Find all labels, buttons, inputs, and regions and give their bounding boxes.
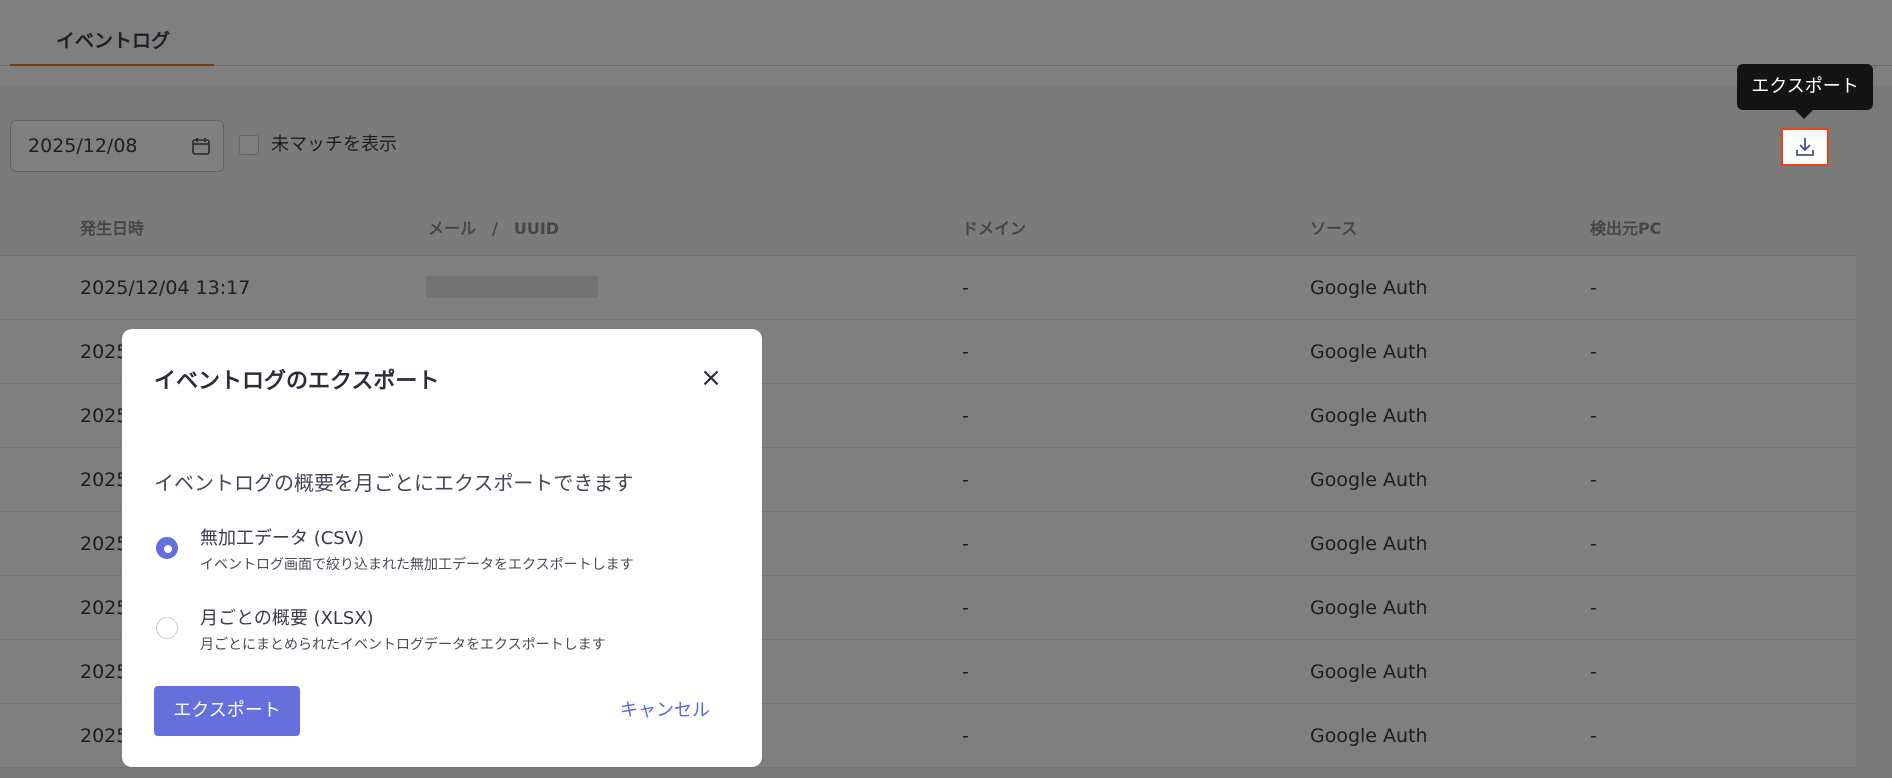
option-xlsx-label: 月ごとの概要 (XLSX) bbox=[200, 608, 374, 629]
cancel-button[interactable]: キャンセル bbox=[620, 686, 710, 736]
download-icon bbox=[1796, 138, 1814, 156]
radio-csv[interactable] bbox=[156, 537, 178, 559]
export-icon-button-highlight[interactable] bbox=[1781, 128, 1829, 166]
close-icon[interactable]: × bbox=[700, 365, 722, 391]
option-xlsx-description: 月ごとにまとめられたイベントログデータをエクスポートします bbox=[200, 637, 606, 653]
radio-xlsx[interactable] bbox=[156, 617, 178, 639]
option-xlsx[interactable]: 月ごとの概要 (XLSX) 月ごとにまとめられたイベントログデータをエクスポート… bbox=[154, 607, 734, 667]
option-csv-label: 無加工データ (CSV) bbox=[200, 528, 365, 549]
dialog-description: イベントログの概要を月ごとにエクスポートできます bbox=[154, 471, 634, 495]
option-csv-description: イベントログ画面で絞り込まれた無加工データをエクスポートします bbox=[200, 557, 634, 573]
export-tooltip: エクスポート bbox=[1737, 64, 1873, 119]
dialog-title: イベントログのエクスポート bbox=[154, 369, 440, 394]
option-csv[interactable]: 無加工データ (CSV) イベントログ画面で絞り込まれた無加工データをエクスポー… bbox=[154, 527, 734, 587]
export-dialog: イベントログのエクスポート × イベントログの概要を月ごとにエクスポートできます… bbox=[122, 329, 762, 767]
export-button[interactable]: エクスポート bbox=[154, 686, 300, 736]
